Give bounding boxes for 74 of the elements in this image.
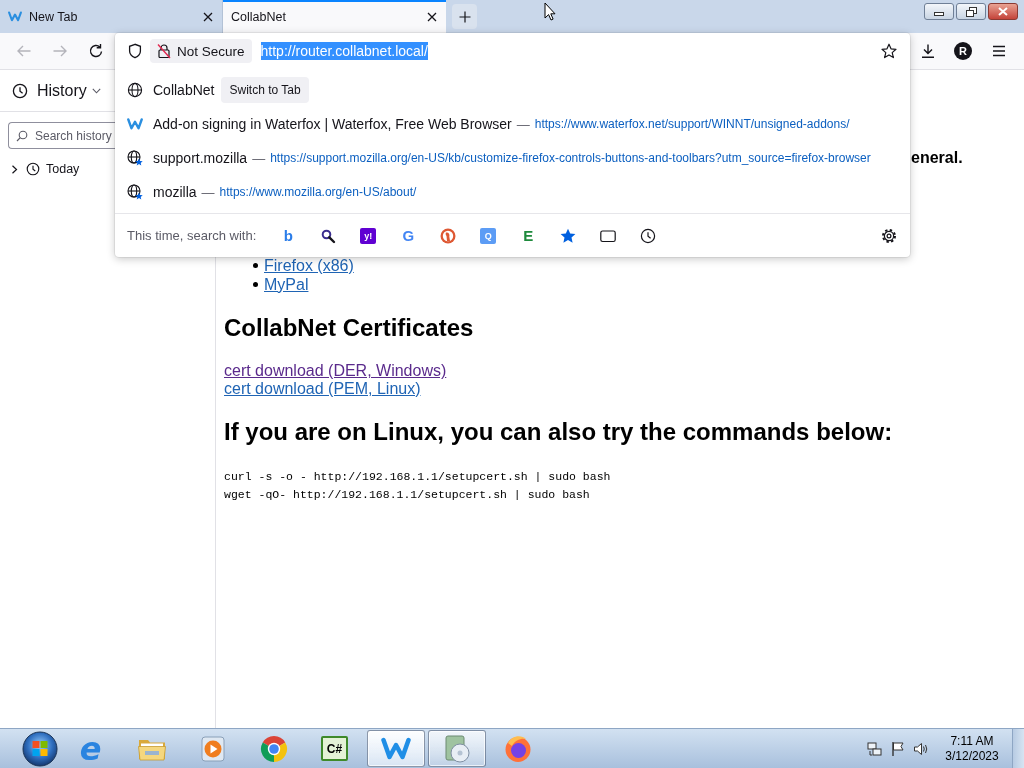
download-icon[interactable] [920,43,936,59]
globe-icon [127,82,143,98]
restore-button[interactable] [956,3,986,20]
tree-item[interactable]: Today [0,160,80,178]
chevron-right-icon [10,164,19,174]
title-url-separator: — [201,184,215,200]
search-with-label: This time, search with: [127,228,257,243]
link[interactable]: Firefox (x86) [264,256,354,275]
star-icon[interactable] [881,43,897,59]
taskbar-button[interactable]: C# [321,736,348,761]
tab-icon[interactable] [600,227,617,244]
command-line: curl -s -o - http://192.168.1.1/setupcert.sh | sudo bash [224,470,611,483]
taskbar-button[interactable] [366,730,425,767]
taskbar-clock[interactable]: 7:11 AM 3/12/2023 [940,733,1004,764]
close-button[interactable] [988,3,1018,20]
search-engine-button[interactable]: y! [360,227,377,244]
flag-icon[interactable] [890,740,906,757]
switch-to-tab-button[interactable]: Switch to Tab [221,77,309,103]
menu-icon[interactable] [991,43,1007,59]
start-button[interactable] [22,730,58,767]
clock-icon [12,82,28,99]
search-icon [16,129,28,142]
magnifier-icon[interactable] [320,227,337,244]
zigzag-logo-icon [8,11,22,22]
mouse-pointer-icon [544,2,556,21]
section-heading: If you are on Linux, you can also try the commands below: [224,418,893,446]
zigzag-logo-icon [127,116,143,132]
command-line: wget -qO- http://192.168.1.1/setupcert.sh | sudo bash [224,488,590,501]
crossed-lock-icon [157,43,171,59]
bullet-icon [253,282,258,287]
clock-icon [26,162,40,176]
suggestion-title: Add-on signing in Waterfox | Waterfox, Free Web Browser [153,116,512,132]
minimize-button[interactable] [924,3,954,20]
sidebar-switcher-button[interactable]: History [12,81,101,100]
title-url-separator: — [252,150,266,166]
title-url-separator: — [516,116,530,132]
minimize-icon [934,12,944,16]
shield-icon[interactable] [127,43,143,59]
close-icon [998,7,1008,16]
close-icon[interactable] [203,11,213,22]
settings-icon[interactable] [881,227,897,244]
tricolor-circle-icon [258,733,289,764]
text-fragment: eneral. [911,149,963,167]
security-button[interactable]: Not Secure [150,39,252,63]
taskbar-button[interactable] [258,733,289,764]
taskbar-button[interactable] [427,730,486,767]
search-engine-button[interactable]: E [520,227,537,244]
suggestion-title: mozilla [153,184,197,200]
suggestion-url: https://support.mozilla.org/en-US/kb/customize-firefox-controls-buttons-and-toolbars?utm_source=firefox-browser [270,151,871,165]
suggestion-title: CollabNet [153,82,215,98]
suggestion-url: https://www.waterfox.net/support/WINNT/unsigned-addons/ [534,117,850,131]
suggestion-title: support.mozilla [153,150,248,166]
clock-icon[interactable] [640,227,657,244]
tab[interactable]: CollabNet [223,0,446,33]
link[interactable]: MyPal [264,275,309,294]
link[interactable]: cert download (PEM, Linux) [224,380,421,397]
bullet-icon [253,263,258,268]
chevron-down-icon [91,87,101,94]
star-icon[interactable] [560,227,577,244]
reload-icon[interactable] [88,43,104,59]
search-engine-button[interactable]: G [400,227,417,244]
new-tab-button[interactable] [452,4,477,29]
restore-icon [965,6,977,17]
search-field[interactable]: Search history [8,122,115,149]
link[interactable]: cert download (DER, Windows) [224,362,447,379]
account-button[interactable]: R [954,42,972,60]
speaker-icon[interactable] [913,740,929,757]
search-engine-button[interactable]: b [280,227,297,244]
suggestion-url: https://www.mozilla.org/en-US/about/ [219,185,417,199]
network-icon[interactable] [867,740,883,757]
close-icon[interactable] [427,11,437,22]
section-heading: CollabNet Certificates [224,314,474,342]
plus-icon [458,10,471,23]
circle-logo-icon[interactable] [440,227,457,244]
